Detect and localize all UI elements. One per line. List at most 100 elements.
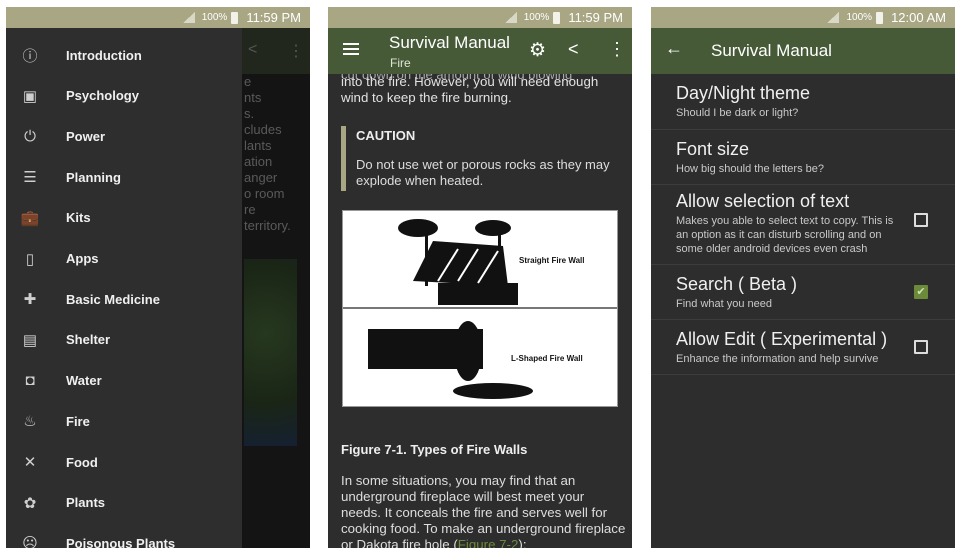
drawer-item-label: Kits — [66, 210, 91, 226]
app-subtitle: Fire — [390, 56, 411, 70]
drawer-item-label: Plants — [66, 495, 106, 511]
phone-article-screen: 100% 11:59 PM cut down on the amount of … — [328, 7, 632, 548]
more-icon: ⋮ — [288, 43, 304, 60]
pref-title: Font size — [676, 139, 750, 159]
more-icon[interactable]: ⋮ — [608, 39, 626, 60]
pref-summary: Find what you need — [676, 298, 773, 310]
figure-label: L-Shaped Fire Wall — [511, 354, 583, 363]
status-bar: 100% 11:59 PM — [6, 7, 310, 28]
checkbox[interactable] — [914, 213, 928, 227]
status-bar: 100% 12:00 AM — [651, 7, 955, 28]
clock: 11:59 PM — [246, 10, 301, 25]
status-bar: 100% 11:59 PM — [328, 7, 632, 28]
pref-title: Allow selection of text — [676, 191, 850, 211]
pref-allow-edit-experimental[interactable]: Allow Edit ( Experimental ) Enhance the i… — [651, 320, 955, 375]
bandage-icon: ✚ — [23, 291, 37, 309]
article-paragraph: In some situations, you may find that an… — [341, 473, 626, 548]
caution-text: Do not use wet or porous rocks as they m… — [356, 157, 610, 188]
drawer-item-label: Shelter — [66, 332, 111, 348]
battery-icon — [553, 11, 561, 24]
battery-percent: 100% — [846, 12, 873, 23]
drawer-item-label: Introduction — [66, 47, 142, 63]
store-icon: ▤ — [22, 331, 38, 349]
list-icon: ☰ — [23, 169, 37, 187]
info-icon: ⓘ — [22, 47, 38, 65]
paragraph-end: ): — [518, 537, 527, 548]
dimmed-tree-image — [244, 259, 297, 446]
drawer-item-plants[interactable]: ✿ Plants — [6, 483, 242, 523]
app-title: Survival Manual — [389, 33, 510, 52]
app-title: Survival Manual — [711, 41, 832, 60]
app-bar: ← Survival Manual — [651, 28, 955, 74]
pref-summary: Should I be dark or light? — [676, 107, 799, 119]
drawer-item-water[interactable]: ◘ Water — [6, 361, 242, 401]
signal-icon — [827, 12, 840, 23]
drawer-item-basic-medicine[interactable]: ✚ Basic Medicine — [6, 279, 242, 319]
drawer-item-label: Planning — [66, 169, 121, 185]
gear-icon[interactable]: ⚙ — [529, 39, 546, 62]
figure-label: Straight Fire Wall — [519, 256, 585, 265]
figure-link[interactable]: Figure 7-2 — [458, 537, 519, 548]
pref-summary: How big should the letters be? — [676, 163, 824, 175]
utensils-icon: ✕ — [23, 454, 37, 471]
drawer-item-label: Food — [66, 454, 98, 470]
caution-box: CAUTION Do not use wet or porous rocks a… — [341, 126, 621, 191]
clock: 12:00 AM — [891, 10, 946, 25]
back-arrow-icon[interactable]: ← — [665, 38, 683, 59]
menu-icon[interactable] — [343, 43, 359, 55]
drawer-item-label: Psychology — [66, 88, 139, 104]
drawer-item-fire[interactable]: ♨ Fire — [6, 401, 242, 441]
checkbox[interactable] — [914, 340, 928, 354]
pref-summary: Enhance the information and help survive — [676, 353, 879, 365]
drawer-item-kits[interactable]: 💼 Kits — [6, 198, 242, 238]
phone-icon: ▯ — [25, 250, 35, 268]
caution-title: CAUTION — [356, 128, 416, 143]
drawer-item-introduction[interactable]: ⓘ Introduction — [6, 35, 242, 75]
navigation-drawer: ⓘ Introduction ▣ Psychology ⏻ Power ☰ Planning 💼… — [6, 28, 242, 548]
drawer-item-label: Basic Medicine — [66, 291, 160, 307]
share-icon: < — [248, 41, 258, 58]
fire-icon: ♨ — [23, 413, 37, 431]
signal-icon — [504, 12, 517, 23]
drawer-item-food[interactable]: ✕ Food — [6, 442, 242, 482]
pref-title: Day/Night theme — [676, 83, 811, 103]
pref-summary: Makes you able to select text to copy. T… — [676, 215, 894, 255]
drawer-item-label: Fire — [66, 413, 90, 429]
dimmed-text: e nts s. cludes lants ation anger o room… — [244, 74, 291, 233]
article-text: into the fire. However, you will need en… — [341, 74, 599, 105]
phone-settings-screen: 100% 12:00 AM ← Survival Manual Day/Nigh… — [651, 7, 955, 548]
battery-percent: 100% — [201, 12, 228, 23]
power-plug-icon: ⏻ — [24, 127, 36, 145]
drawer-item-psychology[interactable]: ▣ Psychology — [6, 76, 242, 116]
drawer-item-poisonous-plants[interactable]: ☹ Poisonous Plants — [6, 523, 242, 548]
figure-caption: Figure 7-1. Types of Fire Walls — [341, 442, 528, 457]
briefcase-icon: 💼 — [20, 209, 40, 227]
phone-drawer-screen: 100% 11:59 PM < ⋮ e nts s. cludes lants … — [6, 7, 310, 548]
drawer-item-shelter[interactable]: ▤ Shelter — [6, 320, 242, 360]
drawer-item-label: Power — [66, 128, 106, 144]
flower-icon: ✿ — [23, 494, 37, 512]
drawer-item-apps[interactable]: ▯ Apps — [6, 239, 242, 279]
clock: 11:59 PM — [568, 10, 623, 25]
drawer-item-label: Apps — [66, 251, 99, 266]
battery-percent: 100% — [523, 12, 550, 23]
pref-search-beta[interactable]: Search ( Beta ) Find what you need ✔ — [651, 265, 955, 320]
battery-icon — [876, 11, 884, 24]
drawer-item-label: Water — [66, 373, 102, 389]
drawer-item-power[interactable]: ⏻ Power — [6, 116, 242, 156]
pref-font-size[interactable]: Font size How big should the letters be? — [651, 130, 955, 185]
drawer-item-planning[interactable]: ☰ Planning — [6, 157, 242, 197]
water-glass-icon: ◘ — [25, 372, 35, 390]
contact-card-icon: ▣ — [22, 87, 38, 105]
pref-day-night-theme[interactable]: Day/Night theme Should I be dark or light… — [651, 74, 955, 130]
fire-walls-figure: Straight Fire Wall L-Shaped Fire Wall — [342, 210, 618, 407]
figure-divider — [343, 307, 617, 309]
signal-icon — [182, 12, 195, 23]
battery-icon — [231, 11, 239, 24]
share-icon[interactable]: < — [568, 39, 579, 60]
drawer-item-label: Poisonous Plants — [66, 535, 176, 548]
app-bar: Survival Manual Fire ⚙ < ⋮ — [328, 28, 632, 74]
sad-face-icon: ☹ — [22, 535, 38, 548]
checkbox[interactable]: ✔ — [914, 285, 928, 299]
pref-allow-selection-of-text[interactable]: Allow selection of text Makes you able to… — [651, 185, 955, 265]
